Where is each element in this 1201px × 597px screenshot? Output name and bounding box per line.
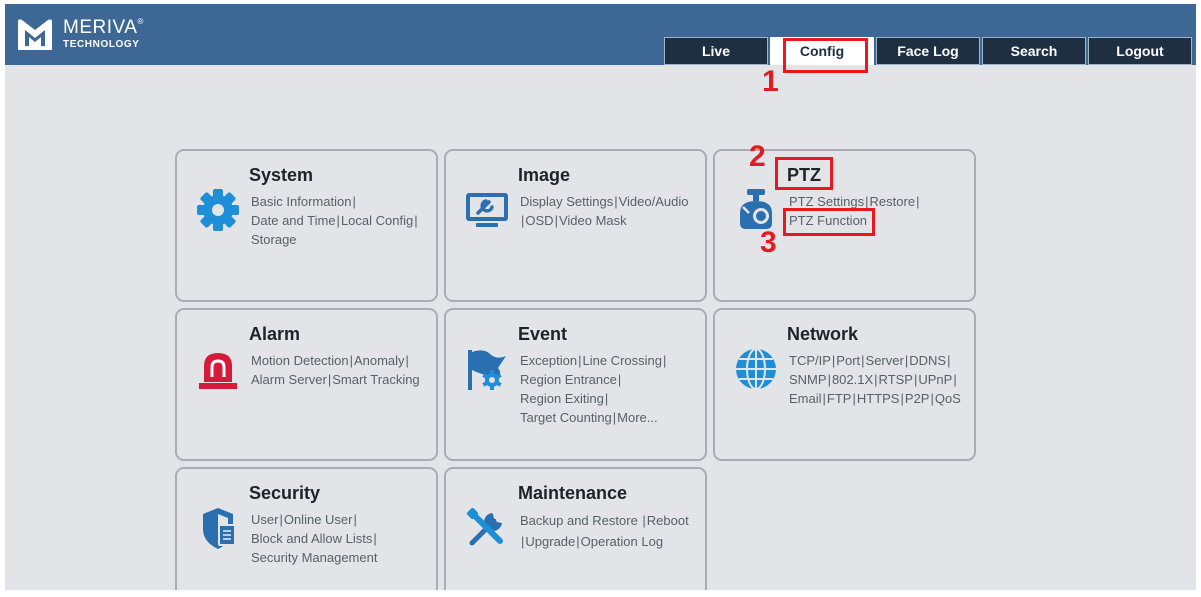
card-links-security: User|Online User| Block and Allow Lists|…: [251, 512, 378, 565]
card-title-security: Security: [249, 483, 321, 503]
card-event[interactable]: Event Exception|Line Crossing| Region En…: [444, 308, 707, 461]
link-backup-and-restore[interactable]: Backup and Restore: [520, 513, 638, 528]
globe-icon: [736, 348, 776, 390]
card-links-alarm: Motion Detection|Anomaly| Alarm Server|S…: [251, 353, 420, 387]
link-video-audio[interactable]: Video/Audio: [619, 194, 689, 209]
card-links-network: TCP/IP|Port|Server|DDNS| SNMP|802.1X|RTS…: [789, 353, 961, 406]
card-title-system: System: [249, 165, 314, 185]
card-title-ptz: PTZ: [787, 165, 821, 185]
link-display-settings[interactable]: Display Settings: [520, 194, 613, 209]
tab-live[interactable]: Live: [664, 37, 768, 65]
link-tcp-ip[interactable]: TCP/IP: [789, 353, 831, 368]
link-ptz-function[interactable]: PTZ Function: [789, 213, 867, 228]
card-links-event: Exception|Line Crossing| Region Entrance…: [520, 353, 667, 425]
card-title-event: Event: [518, 324, 568, 344]
card-maintenance[interactable]: Maintenance Backup and Restore |Reboot |…: [444, 467, 707, 590]
tab-logout[interactable]: Logout: [1088, 37, 1192, 65]
link-date-and-time[interactable]: Date and Time: [251, 213, 336, 228]
link-802-1x[interactable]: 802.1X: [832, 372, 873, 387]
annotation-number-1: 1: [762, 65, 779, 98]
link-block-and-allow-lists[interactable]: Block and Allow Lists: [251, 531, 372, 546]
link-upnp[interactable]: UPnP: [918, 372, 952, 387]
shield-document-icon: [203, 508, 236, 549]
link-port[interactable]: Port: [836, 353, 860, 368]
card-title-image: Image: [518, 165, 571, 185]
link-ftp[interactable]: FTP: [827, 391, 852, 406]
tab-search[interactable]: Search: [982, 37, 1086, 65]
link-local-config[interactable]: Local Config: [341, 213, 413, 228]
link-email[interactable]: Email: [789, 391, 822, 406]
card-image[interactable]: Image Display Settings|Video/Audio |OSD|…: [444, 149, 707, 302]
link-reboot[interactable]: Reboot: [647, 513, 689, 528]
link-rtsp[interactable]: RTSP: [879, 372, 913, 387]
link-video-mask[interactable]: Video Mask: [559, 213, 627, 228]
card-system[interactable]: System Basic Information| Date and Time|…: [175, 149, 438, 302]
header-bar: MERIVA® TECHNOLOGY Live Config Face Log …: [5, 4, 1196, 65]
card-title-maintenance: Maintenance: [518, 483, 628, 503]
link-restore[interactable]: Restore: [870, 194, 916, 209]
link-exception[interactable]: Exception: [520, 353, 577, 368]
link-qos[interactable]: QoS: [935, 391, 961, 406]
link-user[interactable]: User: [251, 512, 278, 527]
link-more[interactable]: More...: [617, 410, 657, 425]
link-security-management[interactable]: Security Management: [251, 550, 377, 565]
card-title-network: Network: [787, 324, 859, 344]
flag-gear-icon: [468, 350, 506, 390]
card-security[interactable]: Security User|Online User| Block and All…: [175, 467, 438, 590]
brand-subtitle: TECHNOLOGY: [63, 39, 140, 50]
link-basic-information[interactable]: Basic Information: [251, 194, 351, 209]
annotation-number-2: 2: [749, 140, 766, 173]
link-storage[interactable]: Storage: [251, 232, 297, 247]
link-target-counting[interactable]: Target Counting: [520, 410, 612, 425]
link-ddns[interactable]: DDNS: [909, 353, 946, 368]
meriva-logo-icon: [18, 19, 52, 50]
monitor-wrench-icon: [466, 193, 508, 227]
annotation-number-3: 3: [760, 226, 777, 259]
link-osd[interactable]: OSD: [525, 213, 553, 228]
link-line-crossing[interactable]: Line Crossing: [582, 353, 662, 368]
alarm-siren-icon: [199, 353, 237, 389]
card-links-image: Display Settings|Video/Audio |OSD|Video …: [520, 194, 689, 228]
link-smart-tracking[interactable]: Smart Tracking: [332, 372, 419, 387]
link-upgrade[interactable]: Upgrade: [525, 534, 575, 549]
link-alarm-server[interactable]: Alarm Server: [251, 372, 327, 387]
card-alarm[interactable]: Alarm Motion Detection|Anomaly| Alarm Se…: [175, 308, 438, 461]
link-p2p[interactable]: P2P: [905, 391, 930, 406]
card-links-ptz: PTZ Settings|Restore| PTZ Function: [789, 194, 920, 228]
card-links-system: Basic Information| Date and Time|Local C…: [251, 194, 418, 247]
gear-icon: [197, 189, 239, 231]
link-https[interactable]: HTTPS: [857, 391, 900, 406]
card-network[interactable]: Network TCP/IP|Port|Server|DDNS| SNMP|80…: [713, 308, 976, 461]
brand-name: MERIVA®: [63, 17, 144, 38]
tools-icon: [466, 507, 503, 546]
link-anomaly[interactable]: Anomaly: [354, 353, 405, 368]
link-region-exiting[interactable]: Region Exiting: [520, 391, 604, 406]
link-ptz-settings[interactable]: PTZ Settings: [789, 194, 864, 209]
card-title-alarm: Alarm: [249, 324, 301, 344]
link-operation-log[interactable]: Operation Log: [581, 534, 663, 549]
card-links-maintenance: Backup and Restore |Reboot |Upgrade|Oper…: [520, 513, 689, 549]
tab-config[interactable]: Config: [770, 37, 874, 65]
link-motion-detection[interactable]: Motion Detection: [251, 353, 349, 368]
tab-face-log[interactable]: Face Log: [876, 37, 980, 65]
link-snmp[interactable]: SNMP: [789, 372, 827, 387]
app-frame: MERIVA® TECHNOLOGY Live Config Face Log …: [5, 4, 1196, 590]
link-server[interactable]: Server: [866, 353, 904, 368]
link-region-entrance[interactable]: Region Entrance: [520, 372, 617, 387]
link-online-user[interactable]: Online User: [284, 512, 353, 527]
